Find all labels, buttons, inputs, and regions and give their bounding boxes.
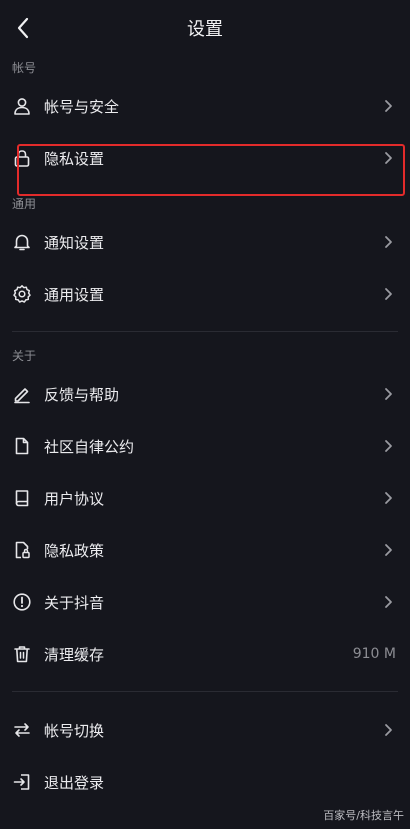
chevron-right-icon — [380, 722, 396, 738]
watermark: 百家号/科技言午 — [323, 809, 404, 822]
menu-item-logout[interactable]: 退出登录 — [0, 756, 410, 808]
menu-item-privacy-policy[interactable]: 隐私政策 — [0, 524, 410, 576]
menu-item-label: 清理缓存 — [44, 645, 105, 664]
menu-item-label: 通知设置 — [44, 233, 105, 252]
chevron-right-icon — [380, 438, 396, 454]
menu-item-about-app[interactable]: 关于抖音 — [0, 576, 410, 628]
chevron-right-icon — [380, 594, 396, 610]
cache-size-value: 910 M — [352, 646, 396, 662]
menu-item-community-guidelines[interactable]: 社区自律公约 — [0, 420, 410, 472]
document-icon — [11, 435, 33, 457]
menu-item-label: 通用设置 — [44, 285, 105, 304]
book-icon — [11, 487, 33, 509]
header: 设置 — [0, 0, 410, 56]
divider — [12, 691, 398, 692]
menu-item-label: 社区自律公约 — [44, 437, 135, 456]
trash-icon — [11, 643, 33, 665]
menu-item-feedback-help[interactable]: 反馈与帮助 — [0, 368, 410, 420]
section-label-account: 帐号 — [12, 61, 37, 75]
edit-pencil-icon — [11, 383, 33, 405]
menu-item-user-agreement[interactable]: 用户协议 — [0, 472, 410, 524]
menu-item-label: 帐号与安全 — [44, 97, 120, 116]
menu-item-switch-account[interactable]: 帐号切换 — [0, 704, 410, 756]
user-icon — [11, 95, 33, 117]
section-label-general: 通用 — [12, 197, 37, 211]
menu-item-label: 隐私设置 — [44, 149, 105, 168]
chevron-right-icon — [380, 386, 396, 402]
menu-item-account-security[interactable]: 帐号与安全 — [0, 80, 410, 132]
gear-icon — [11, 283, 33, 305]
chevron-right-icon — [380, 286, 396, 302]
lock-icon — [11, 147, 33, 169]
chevron-right-icon — [380, 542, 396, 558]
menu-item-label: 关于抖音 — [44, 593, 105, 612]
menu-item-label: 用户协议 — [44, 489, 105, 508]
menu-item-label: 帐号切换 — [44, 721, 105, 740]
menu-item-label: 退出登录 — [44, 773, 105, 792]
menu-item-label: 反馈与帮助 — [44, 385, 120, 404]
menu-item-clear-cache[interactable]: 清理缓存 910 M — [0, 628, 410, 680]
document-lock-icon — [11, 539, 33, 561]
menu-item-general-settings[interactable]: 通用设置 — [0, 268, 410, 320]
chevron-right-icon — [380, 490, 396, 506]
chevron-right-icon — [380, 98, 396, 114]
menu-item-notification-settings[interactable]: 通知设置 — [0, 216, 410, 268]
bell-icon — [11, 231, 33, 253]
divider — [12, 331, 398, 332]
info-exclamation-icon — [11, 591, 33, 613]
switch-arrows-icon — [11, 719, 33, 741]
menu-item-label: 隐私政策 — [44, 541, 105, 560]
chevron-right-icon — [380, 150, 396, 166]
chevron-right-icon — [380, 234, 396, 250]
page-title: 设置 — [187, 19, 223, 40]
logout-icon — [11, 771, 33, 793]
menu-item-privacy-settings[interactable]: 隐私设置 — [0, 132, 410, 184]
section-label-about: 关于 — [12, 349, 37, 363]
